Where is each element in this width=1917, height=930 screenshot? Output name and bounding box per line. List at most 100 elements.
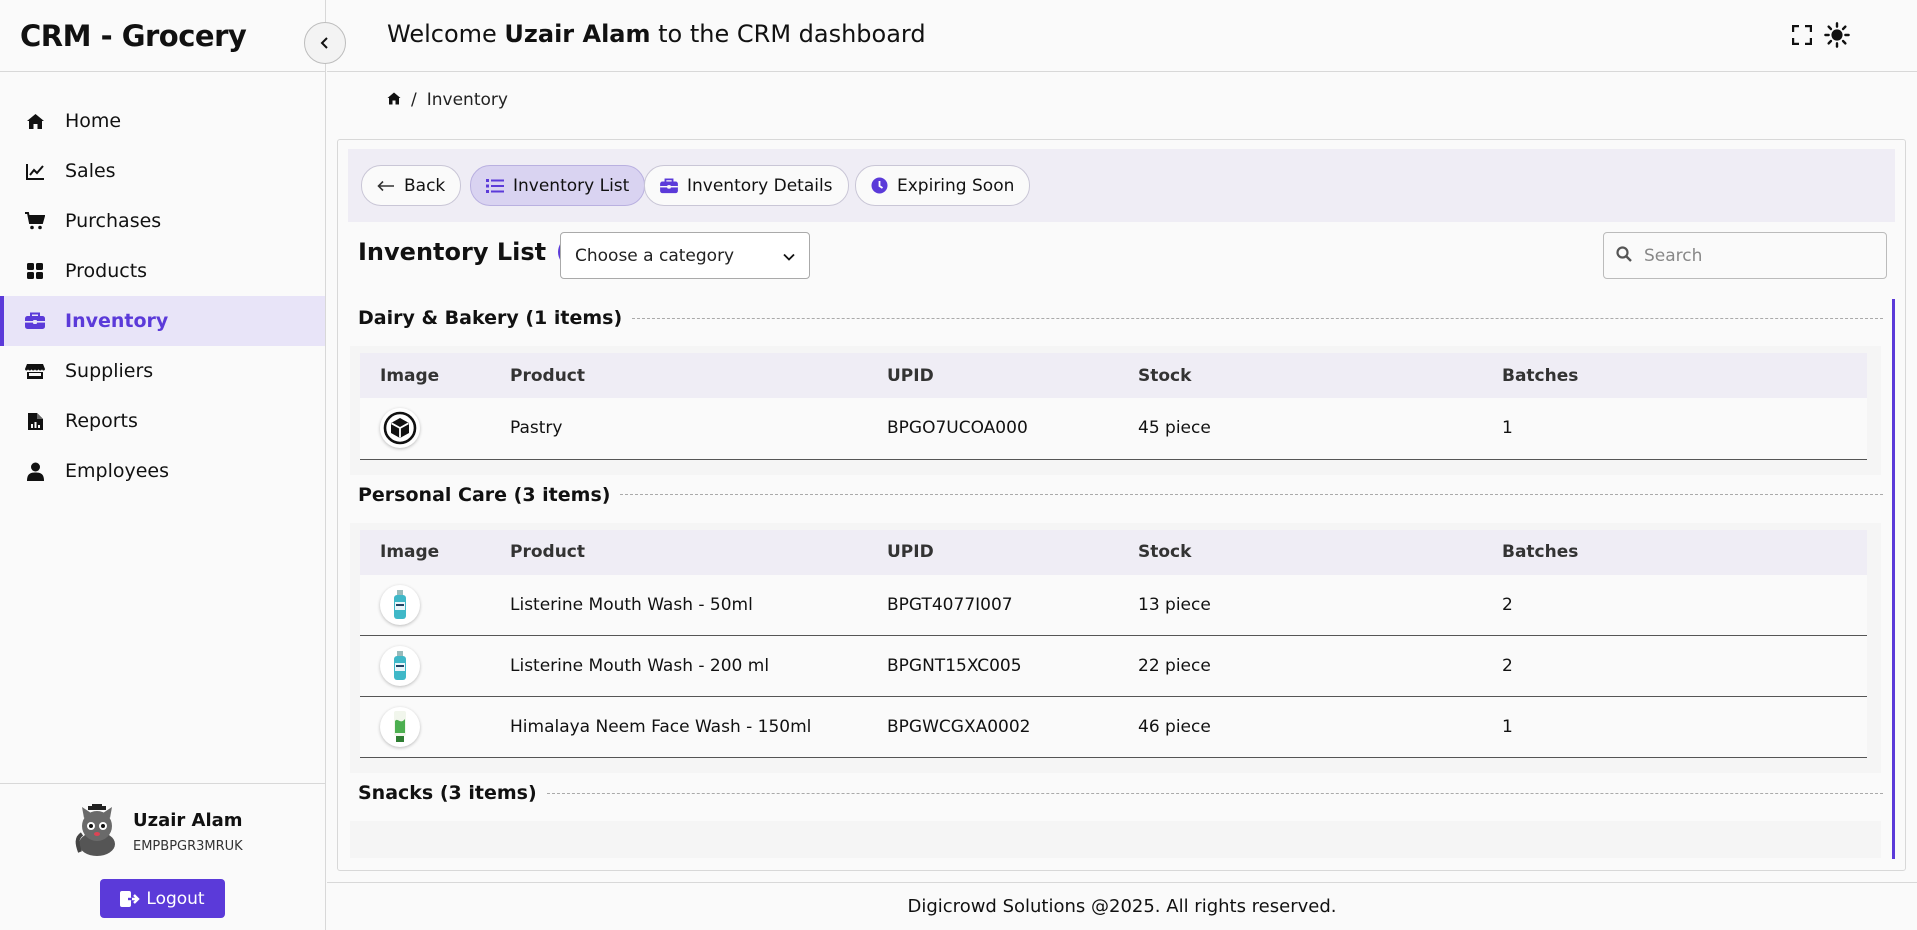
group-divider — [620, 494, 1883, 495]
sidebar-item-home[interactable]: Home — [0, 96, 325, 146]
cell-image — [360, 696, 510, 758]
back-button[interactable]: Back — [361, 165, 462, 206]
table-container — [350, 821, 1881, 858]
sidebar-item-label: Inventory — [65, 310, 169, 332]
inventory-card: Back Inventory List Inventory Details Ex… — [337, 139, 1906, 871]
sun-icon[interactable] — [1824, 22, 1850, 48]
logout-icon — [120, 890, 141, 908]
cart-icon — [25, 211, 45, 231]
cell-batches: 1 — [1502, 696, 1867, 758]
footer: Digicrowd Solutions @2025. All rights re… — [327, 882, 1917, 930]
welcome-prefix: Welcome — [387, 20, 497, 48]
table-row[interactable]: Pastry BPGO7UCOA000 45 piece 1 — [360, 398, 1867, 460]
column-header-upid: UPID — [887, 353, 1138, 398]
welcome-message: Welcome Uzair Alam to the CRM dashboard — [387, 20, 926, 48]
table-container: Image Product UPID Stock Batches — [350, 522, 1881, 773]
brand: CRM - Grocery — [0, 0, 325, 72]
user-name: Uzair Alam — [133, 810, 243, 831]
column-header-product: Product — [510, 529, 887, 575]
avatar — [72, 802, 122, 856]
toolbox-icon — [660, 177, 678, 194]
cell-upid: BPGO7UCOA000 — [887, 398, 1138, 460]
cell-image — [360, 635, 510, 697]
tab-label: Inventory List — [513, 175, 630, 196]
report-icon — [25, 411, 45, 431]
cell-batches: 2 — [1502, 574, 1867, 636]
welcome-suffix: to the CRM dashboard — [658, 20, 926, 48]
inventory-table: Image Product UPID Stock Batches — [360, 529, 1867, 758]
sidebar-item-suppliers[interactable]: Suppliers — [0, 346, 325, 396]
cell-batches: 2 — [1502, 635, 1867, 697]
cell-upid: BPGT4077I007 — [887, 574, 1138, 636]
table-row[interactable]: Listerine Mouth Wash - 200 ml BPGNT15XC0… — [360, 635, 1867, 697]
chevron-left-icon — [320, 34, 330, 53]
column-header-stock: Stock — [1138, 529, 1502, 575]
category-select-value: Choose a category — [575, 245, 735, 266]
list-icon — [486, 178, 504, 194]
inventory-table: Image Product UPID Stock Batches — [360, 353, 1867, 460]
category-select[interactable]: Choose a category — [560, 232, 810, 279]
sidebar-item-label: Products — [65, 260, 148, 282]
sidebar: CRM - Grocery Home Sales Purchases Produ… — [0, 0, 326, 930]
sidebar-item-sales[interactable]: Sales — [0, 146, 325, 196]
cell-stock: 22 piece — [1138, 635, 1502, 697]
search-box[interactable] — [1603, 232, 1887, 279]
column-header-image: Image — [360, 529, 510, 575]
column-header-image: Image — [360, 353, 510, 398]
column-header-upid: UPID — [887, 529, 1138, 575]
fullscreen-icon[interactable] — [1789, 22, 1815, 48]
logout-button[interactable]: Logout — [100, 879, 225, 918]
chart-line-icon — [25, 161, 45, 181]
tabs-bar: Back Inventory List Inventory Details Ex… — [348, 149, 1895, 222]
search-input[interactable] — [1644, 245, 1864, 266]
group-title: Personal Care (3 items) — [358, 483, 621, 506]
app-root: CRM - Grocery Home Sales Purchases Produ… — [0, 0, 1917, 930]
sidebar-item-label: Employees — [65, 460, 169, 482]
table-header-row: Image Product UPID Stock Batches — [360, 529, 1867, 575]
user-id: EMPBPGR3MRUK — [133, 839, 243, 854]
sidebar-item-products[interactable]: Products — [0, 246, 325, 296]
facewash-tube-image — [380, 707, 420, 747]
mouthwash-bottle-image — [380, 584, 420, 625]
sidebar-collapse-button[interactable] — [304, 22, 346, 64]
sidebar-item-label: Purchases — [65, 210, 162, 232]
scrollbar[interactable] — [1892, 299, 1895, 859]
cell-product: Himalaya Neem Face Wash - 150ml — [510, 696, 887, 758]
table-row[interactable]: Himalaya Neem Face Wash - 150ml BPGWCGXA… — [360, 696, 1867, 758]
sidebar-item-reports[interactable]: Reports — [0, 396, 325, 446]
table-container: Image Product UPID Stock Batches — [350, 346, 1881, 475]
cell-stock: 45 piece — [1138, 398, 1502, 460]
group-divider — [632, 317, 1883, 319]
app-title: CRM - Grocery — [20, 18, 247, 53]
store-icon — [25, 361, 45, 381]
inventory-group: Personal Care (3 items) Image Product UP… — [338, 475, 1905, 773]
group-divider — [546, 792, 1883, 794]
sidebar-item-label: Reports — [65, 410, 138, 432]
user-icon — [25, 461, 45, 481]
home-icon[interactable] — [387, 90, 401, 110]
search-icon — [1616, 245, 1632, 266]
user-panel: Uzair Alam EMPBPGR3MRUK Logout — [0, 783, 326, 930]
tab-inventory-list[interactable]: Inventory List — [470, 165, 646, 206]
inventory-list-title: Inventory List — [358, 238, 547, 266]
sidebar-item-label: Sales — [65, 160, 116, 182]
cell-product: Pastry — [510, 398, 887, 460]
column-header-batches: Batches — [1502, 353, 1867, 398]
sidebar-item-purchases[interactable]: Purchases — [0, 196, 325, 246]
column-header-stock: Stock — [1138, 353, 1502, 398]
toolbox-icon — [25, 311, 45, 331]
mouthwash-bottle-image — [380, 646, 420, 686]
sidebar-item-inventory[interactable]: Inventory — [0, 296, 325, 346]
sidebar-nav: Home Sales Purchases Products Inventory … — [0, 96, 325, 496]
tab-expiring-soon[interactable]: Expiring Soon — [855, 165, 1031, 206]
logout-label: Logout — [146, 888, 205, 909]
clock-icon — [871, 177, 888, 194]
top-header: Welcome Uzair Alam to the CRM dashboard — [327, 0, 1917, 72]
group-header: Dairy & Bakery (1 items) — [338, 298, 1905, 338]
footer-text: Digicrowd Solutions @2025. All rights re… — [907, 896, 1337, 917]
table-row[interactable]: Listerine Mouth Wash - 50ml BPGT4077I007… — [360, 574, 1867, 636]
inventory-group: Snacks (3 items) — [338, 773, 1905, 858]
sidebar-item-employees[interactable]: Employees — [0, 446, 325, 496]
cell-stock: 46 piece — [1138, 696, 1502, 758]
tab-inventory-details[interactable]: Inventory Details — [644, 165, 849, 206]
